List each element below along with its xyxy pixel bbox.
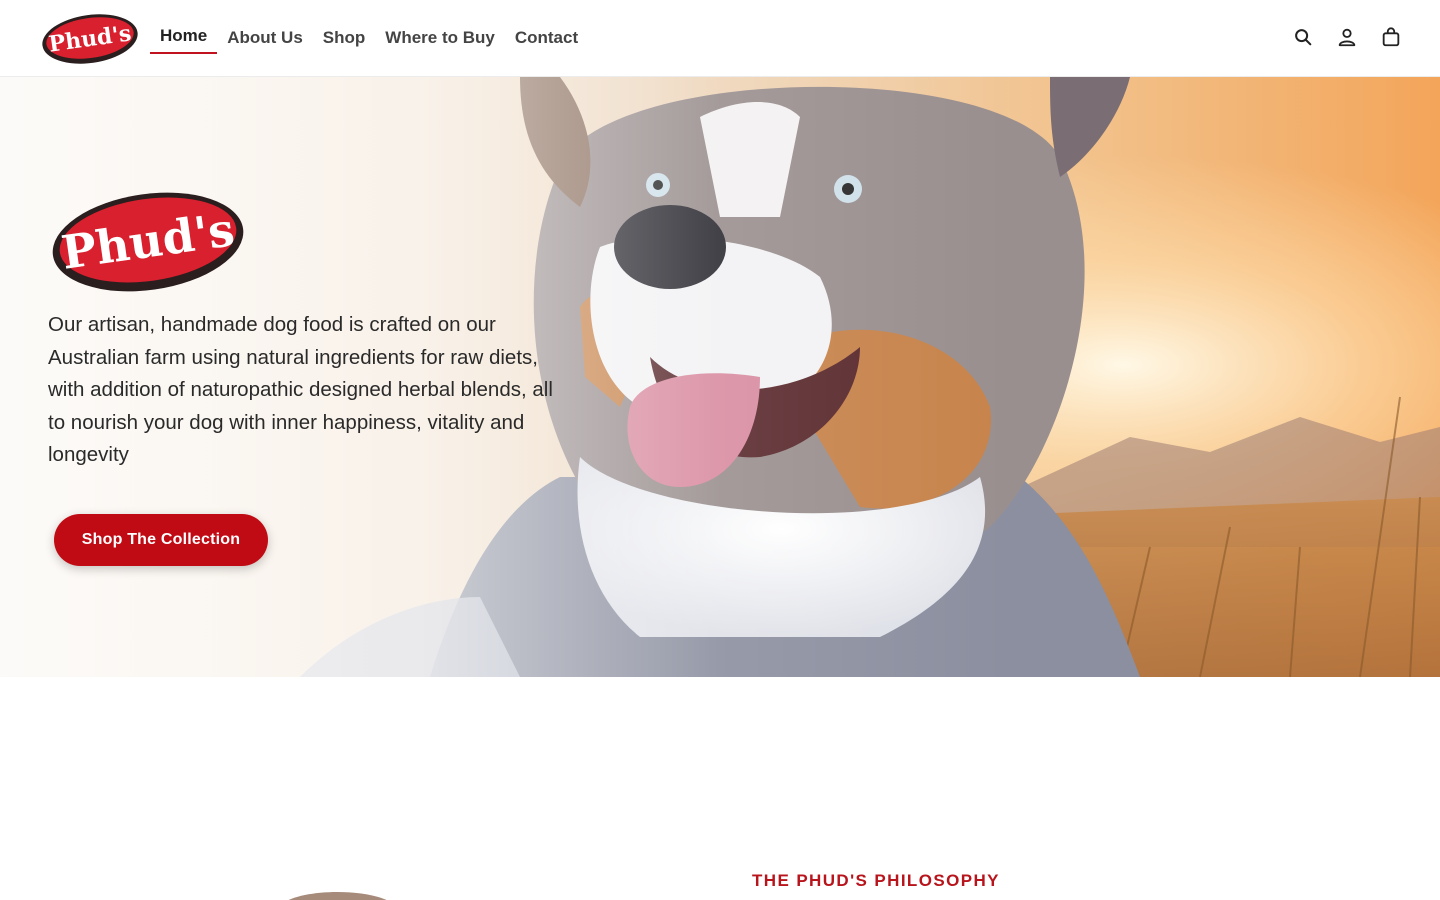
search-icon[interactable] (1292, 26, 1314, 48)
shop-collection-button[interactable]: Shop The Collection (54, 514, 268, 566)
hero-logo: Phud's (52, 192, 244, 292)
nav-home[interactable]: Home (150, 25, 218, 54)
header-actions (1292, 26, 1402, 48)
cart-icon[interactable] (1380, 26, 1402, 48)
philosophy-heading: THE PHUD'S PHILOSOPHY (752, 871, 1000, 890)
nav-where-to-buy[interactable]: Where to Buy (375, 27, 505, 54)
hero-banner: Phud's Our artisan, handmade dog food is… (0, 77, 1440, 677)
section-image-peek (288, 892, 387, 900)
hero-description: Our artisan, handmade dog food is crafte… (48, 313, 553, 466)
nav-about-us[interactable]: About Us (217, 27, 313, 54)
nav-shop[interactable]: Shop (313, 27, 376, 54)
site-logo[interactable]: Phud's (40, 12, 140, 66)
main-nav: Home About Us Shop Where to Buy Contact (150, 22, 588, 54)
nav-contact[interactable]: Contact (505, 27, 588, 54)
account-icon[interactable] (1336, 26, 1358, 48)
site-header: Phud's Home About Us Shop Where to Buy C… (0, 0, 1440, 77)
